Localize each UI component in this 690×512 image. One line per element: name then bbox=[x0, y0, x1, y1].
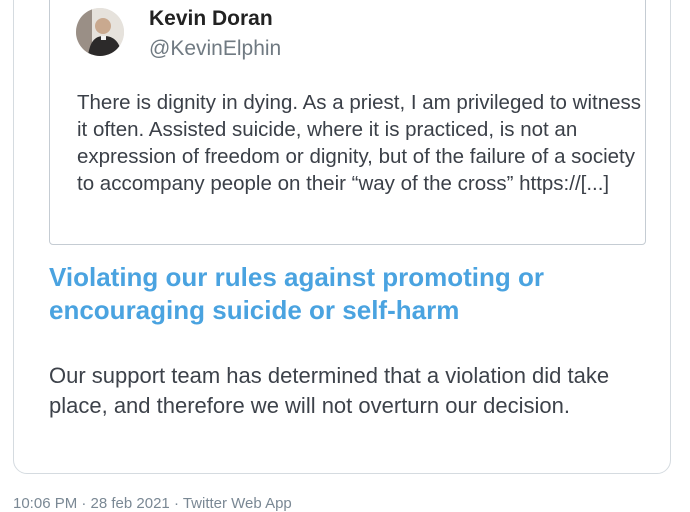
decision-text: Our support team has determined that a v… bbox=[49, 363, 610, 418]
avatar[interactable] bbox=[76, 8, 124, 56]
quoted-tweet-text: There is dignity in dying. As a priest, … bbox=[77, 91, 642, 195]
author-name[interactable]: Kevin Doran bbox=[149, 7, 273, 31]
profile-photo-icon bbox=[76, 8, 124, 56]
author-handle[interactable]: @KevinElphin bbox=[149, 37, 281, 61]
violation-heading: Violating our rules against promoting or… bbox=[49, 262, 545, 325]
